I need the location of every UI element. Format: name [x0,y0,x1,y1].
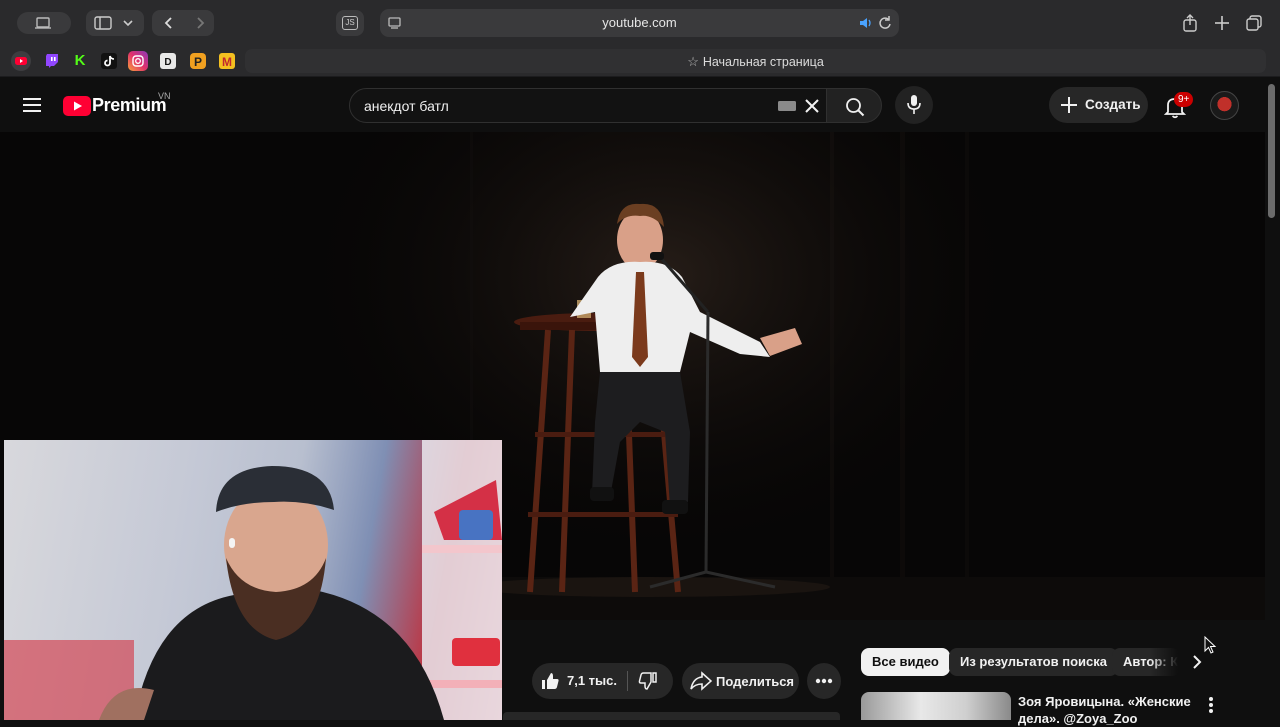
m-favicon[interactable]: M [217,51,237,71]
chevron-down-icon [123,20,133,27]
reload-icon[interactable] [877,15,893,31]
description-box[interactable] [503,712,840,720]
chip-all-videos[interactable]: Все видео [861,648,950,676]
thumbs-up-icon [542,673,559,689]
start-page-tab[interactable]: ☆ Начальная страница [245,49,1266,73]
mouse-cursor-icon [1204,636,1217,654]
svg-text:M: M [222,55,232,69]
dislike-button[interactable] [628,663,673,699]
voice-search-button[interactable] [895,86,933,124]
audio-playing-icon[interactable] [858,16,874,30]
svg-text:P: P [194,55,202,69]
thumbs-down-icon [638,672,657,690]
chip-fade [1150,646,1190,678]
plus-icon [1061,97,1077,113]
tabs-overview-icon[interactable] [1244,13,1264,33]
address-bar[interactable]: youtube.com [380,9,899,37]
js-extension-button[interactable]: JS [336,10,364,36]
instagram-favicon[interactable] [128,51,148,71]
history-nav-group [152,10,214,36]
share-button[interactable]: Поделиться [682,663,799,699]
more-horizontal-icon [815,678,833,684]
youtube-play-icon [63,96,91,116]
sidebar-toggle-button[interactable] [86,10,144,36]
like-button[interactable]: 7,1 тыс. [532,663,627,699]
browser-toolbar: JS youtube.com [0,0,1280,45]
back-icon [164,17,172,29]
search-icon [846,98,865,117]
related-video-title[interactable]: Зоя Яровицына. «Женские дела». @Zoya_Zoo [1018,693,1191,727]
tab-overview-button[interactable] [17,12,71,34]
youtube-favicon[interactable] [11,51,31,71]
page-scrollbar[interactable] [1268,84,1275,218]
chip-from-search[interactable]: Из результатов поиска [949,648,1118,676]
create-label: Создать [1085,97,1141,112]
notifications-badge: 9+ [1174,92,1194,107]
related-title-line2: дела». @Zoya_Zoo [1018,711,1138,726]
new-tab-icon[interactable] [1212,13,1232,33]
like-count: 7,1 тыс. [567,673,617,688]
share-arrow-icon [690,671,712,691]
keyboard-icon[interactable] [778,101,796,111]
streamer-video [4,440,502,720]
microphone-icon [907,95,921,114]
svg-text:D: D [164,57,171,68]
webcam-overlay [4,440,502,720]
menu-icon[interactable] [22,96,42,114]
related-title-line1: Зоя Яровицына. «Женские [1018,694,1191,709]
more-actions-button[interactable] [807,663,841,699]
star-icon: ☆ [687,54,699,69]
tiktok-favicon[interactable] [99,51,119,71]
avatar[interactable] [1210,91,1239,120]
sidebar-icon [94,16,112,30]
js-badge: JS [342,16,358,30]
related-video-thumbnail[interactable] [861,692,1011,720]
twitch-favicon[interactable] [42,51,62,71]
search-input[interactable]: анекдот батл [349,88,827,123]
patreon-favicon[interactable]: P [188,51,208,71]
clear-search-icon[interactable] [804,98,820,114]
address-text: youtube.com [602,15,677,30]
create-button[interactable]: Создать [1049,87,1148,123]
forward-icon [197,17,205,29]
kick-favicon[interactable]: K [70,51,90,71]
laptop-icon [35,17,51,29]
dl-favicon[interactable]: D [158,51,178,71]
search-query: анекдот батл [364,98,449,114]
share-label: Поделиться [716,674,795,689]
region-code: VN [158,91,171,101]
logo-text: Premium [92,95,167,115]
more-vertical-icon[interactable] [1205,695,1217,715]
share-icon[interactable] [1180,13,1200,33]
start-page-label: Начальная страница [702,55,824,69]
search-button[interactable] [826,88,882,123]
